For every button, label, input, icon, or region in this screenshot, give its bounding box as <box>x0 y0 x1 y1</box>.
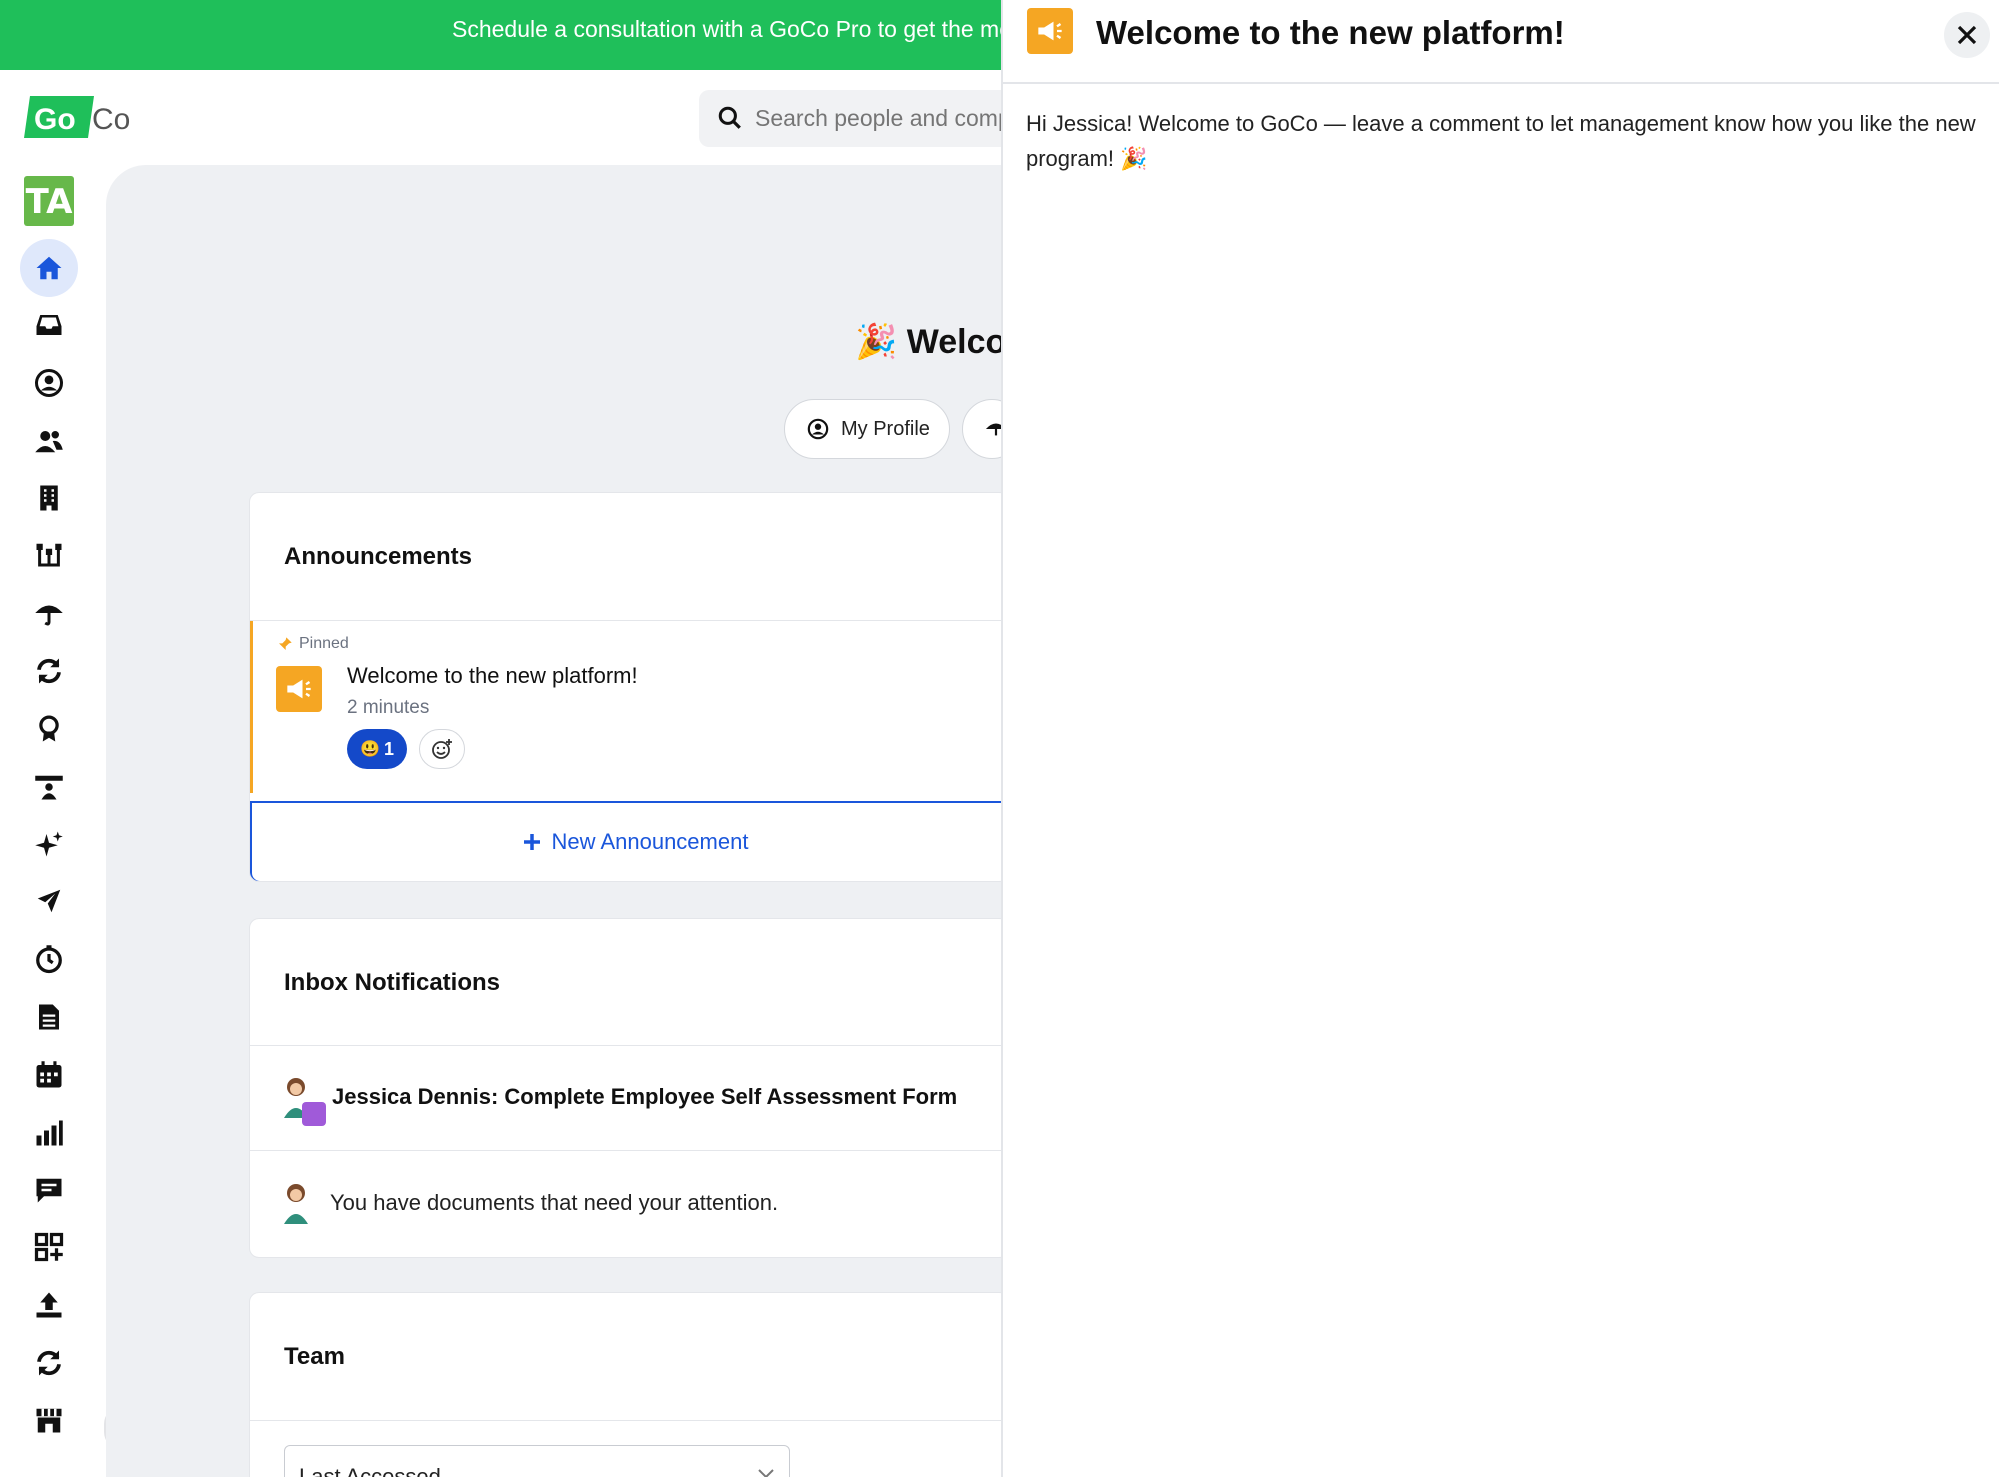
new-announcement-label: New Announcement <box>551 829 749 854</box>
new-announcement-button[interactable]: New Announcement <box>250 801 1008 881</box>
divider <box>250 1420 1008 1421</box>
plane-icon <box>37 889 61 913</box>
nav-home[interactable] <box>20 239 78 297</box>
calendar-icon <box>36 1061 62 1088</box>
nav-benefits[interactable] <box>20 584 78 642</box>
nav-integrations[interactable] <box>20 1334 78 1392</box>
inbox-item-text[interactable]: You have documents that need your attent… <box>330 1190 778 1216</box>
announcement-item[interactable]: Pinned Welcome to the new platform! 2 mi… <box>250 621 1008 793</box>
nav-documents[interactable] <box>20 988 78 1046</box>
profile-icon <box>35 369 63 397</box>
nav-reports[interactable] <box>20 1104 78 1162</box>
pinned-indicator: Pinned <box>277 635 349 653</box>
svg-text:Co: Co <box>92 103 130 136</box>
nav-time-off[interactable] <box>20 872 78 930</box>
nav-people[interactable] <box>20 412 78 470</box>
add-emoji-icon <box>432 739 452 759</box>
nav-sync[interactable] <box>20 642 78 700</box>
megaphone-icon <box>1038 21 1062 41</box>
announcement-icon <box>1027 8 1073 54</box>
home-icon <box>36 256 62 280</box>
announcement-drawer: Welcome to the new platform! Hi Jessica!… <box>1001 0 1999 1477</box>
svg-text:Go: Go <box>34 103 76 136</box>
reaction-count: 1 <box>383 738 394 759</box>
marketplace-icon <box>36 1408 62 1433</box>
nav-messages[interactable] <box>20 1161 78 1219</box>
building-icon <box>40 485 58 511</box>
announcement-body: Hi Jessica! Welcome to GoCo — leave a co… <box>1026 111 1976 171</box>
document-icon <box>39 1004 59 1030</box>
search-icon <box>718 106 741 129</box>
nav-training[interactable] <box>20 758 78 816</box>
nav-upload[interactable] <box>20 1276 78 1334</box>
chevron-down-icon <box>758 1469 774 1477</box>
nav-company[interactable] <box>20 469 78 527</box>
avatar <box>282 1182 312 1224</box>
nav-inbox[interactable] <box>20 296 78 354</box>
calendar-badge-icon <box>302 1102 326 1126</box>
welcome-text: Welco <box>906 323 1007 361</box>
team-sort-value: Last Accessed <box>299 1464 441 1477</box>
upload-icon <box>36 1292 62 1318</box>
sparkles-icon <box>35 831 63 857</box>
announcement-icon <box>276 666 322 712</box>
welcome-heading: 🎉 Welco <box>855 322 1006 362</box>
party-popper-icon: 🎉 <box>855 323 898 361</box>
team-card: Team Last Accessed <box>249 1292 1009 1477</box>
avatar <box>282 1076 326 1126</box>
add-reaction-button[interactable] <box>419 729 465 769</box>
nav-insights[interactable] <box>20 815 78 873</box>
inbox-item[interactable]: Jessica Dennis: Complete Employee Self A… <box>250 1045 1008 1149</box>
message-icon <box>36 1178 62 1203</box>
inbox-item[interactable]: You have documents that need your attent… <box>250 1151 1008 1255</box>
timer-icon <box>36 945 62 974</box>
announcement-title[interactable]: Welcome to the new platform! <box>347 663 638 689</box>
goco-logo[interactable]: Go Co <box>24 92 140 142</box>
refresh-icon <box>37 1350 61 1376</box>
close-icon <box>1957 25 1977 45</box>
smiley-emoji-icon: 😃 <box>360 741 380 758</box>
nav-awards[interactable] <box>20 700 78 758</box>
pinned-label: Pinned <box>299 635 349 652</box>
training-icon <box>35 775 63 800</box>
inbox-item-text[interactable]: Jessica Dennis: Complete Employee Self A… <box>332 1084 957 1110</box>
my-profile-button[interactable]: My Profile <box>784 399 950 459</box>
award-icon <box>39 715 59 742</box>
team-sort-select[interactable]: Last Accessed <box>284 1445 790 1477</box>
inbox-icon <box>36 315 62 335</box>
promo-banner-text[interactable]: Schedule a consultation with a GoCo Pro … <box>452 16 1001 43</box>
nav-apps[interactable] <box>20 1218 78 1276</box>
drawer-title: Welcome to the new platform! <box>1096 14 1565 51</box>
nav-time-tracking[interactable] <box>20 930 78 988</box>
my-profile-label: My Profile <box>841 417 930 440</box>
close-button[interactable] <box>1944 12 1990 58</box>
bar-chart-icon <box>36 1120 63 1146</box>
announcements-card: Announcements Pinned Welcome to the new … <box>249 492 1009 882</box>
announcement-time: 2 minutes <box>347 697 430 718</box>
profile-icon <box>807 418 829 440</box>
nav-profile[interactable] <box>20 354 78 412</box>
umbrella-icon <box>35 605 63 626</box>
nav-calendar[interactable] <box>20 1046 78 1104</box>
plus-icon <box>523 834 540 850</box>
company-tile[interactable]: TA <box>24 176 74 226</box>
team-title: Team <box>284 1343 345 1370</box>
org-chart-icon <box>36 543 62 567</box>
inbox-notifications-card: Inbox Notifications Jessica Dennis: Comp… <box>249 918 1009 1258</box>
nav-org-chart[interactable] <box>20 526 78 584</box>
reaction-button[interactable]: 😃 1 <box>347 729 407 769</box>
megaphone-icon <box>287 679 311 699</box>
people-icon <box>35 431 63 453</box>
announcements-title: Announcements <box>284 543 473 570</box>
search-input[interactable] <box>755 102 1005 134</box>
nav-marketplace[interactable] <box>20 1391 78 1449</box>
sync-icon <box>37 658 61 684</box>
pin-icon <box>279 637 292 650</box>
inbox-title: Inbox Notifications <box>284 969 500 996</box>
drawer-header: Welcome to the new platform! <box>1003 0 1999 84</box>
global-search[interactable] <box>699 90 1019 147</box>
apps-icon <box>34 1232 64 1262</box>
promo-banner[interactable]: Schedule a consultation with a GoCo Pro … <box>0 0 1001 70</box>
